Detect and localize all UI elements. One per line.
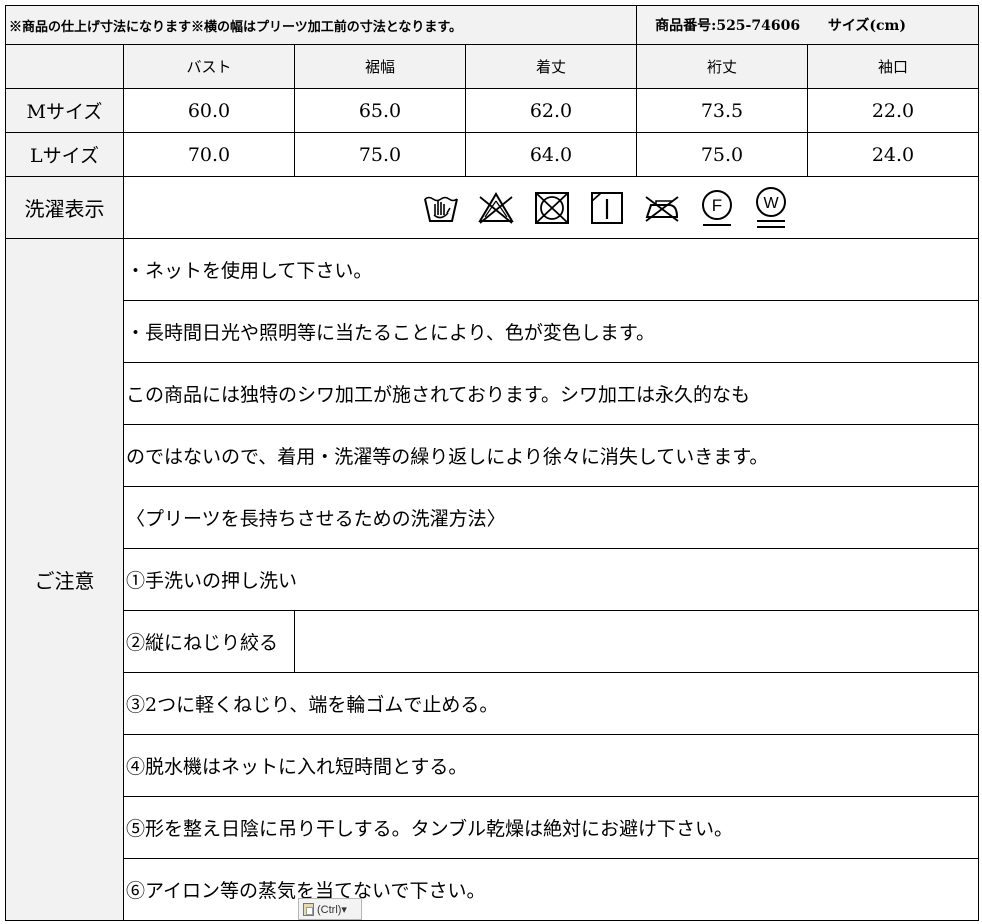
notes-label: ご注意 [5, 238, 124, 921]
note-line: ④脱水機はネットに入れ短時間とする。 [123, 734, 979, 797]
size-value: 65.0 [294, 88, 466, 133]
note-line: ⑤形を整え日陰に吊り干しする。タンブル乾燥は絶対にお避け下さい。 [123, 796, 979, 859]
size-label: Mサイズ [5, 88, 124, 133]
note-row: ・長時間日光や照明等に当たることにより、色が変色します。 [6, 300, 979, 363]
note-row: ご注意 ・ネットを使用して下さい。 [5, 238, 979, 921]
note-row: のではないので、着用・洗濯等の繰り返しにより徐々に消失していきます。 [6, 424, 979, 487]
size-table: ※商品の仕上げ寸法になります※横の幅はプリーツ加工前の寸法となります。 商品番号… [5, 5, 979, 921]
note-line: ・長時間日光や照明等に当たることにより、色が変色します。 [123, 300, 979, 363]
note-row: ①手洗いの押し洗い [6, 548, 979, 611]
column-header: 裾幅 [294, 44, 466, 89]
care-label: 洗濯表示 [5, 176, 124, 239]
dry-clean-f-icon: F [702, 189, 732, 226]
note-line: ①手洗いの押し洗い [123, 548, 979, 611]
no-iron-icon [645, 195, 679, 222]
size-value: 62.0 [465, 88, 637, 133]
wet-clean-w-icon: W [756, 186, 786, 228]
size-row-l: Lサイズ 70.0 75.0 64.0 75.0 24.0 [5, 132, 979, 177]
line-dry-shade-icon [591, 191, 623, 224]
care-icons: F W [125, 186, 978, 230]
clipboard-icon [303, 902, 314, 916]
column-header: 袖口 [807, 44, 979, 89]
note-row: 〈プリーツを長持ちさせるための洗濯方法〉 [6, 486, 979, 549]
size-row-m: Mサイズ 60.0 65.0 62.0 73.5 22.0 [5, 88, 979, 133]
paste-options-label: (Ctrl)▾ [317, 903, 347, 916]
no-tumble-dry-icon [535, 191, 569, 224]
size-value: 75.0 [636, 132, 808, 177]
note-line: ③2つに軽くねじり、端を輪ゴムで止める。 [123, 672, 979, 735]
column-header: 裄丈 [636, 44, 808, 89]
note-line: ⑥アイロン等の蒸気を当てないで下さい。 [123, 858, 979, 921]
size-chart-sheet: ※商品の仕上げ寸法になります※横の幅はプリーツ加工前の寸法となります。 商品番号… [5, 5, 979, 921]
hand-wash-icon [424, 196, 458, 222]
size-value: 64.0 [465, 132, 637, 177]
size-value: 75.0 [294, 132, 466, 177]
size-label: Lサイズ [5, 132, 124, 177]
size-value: 73.5 [636, 88, 808, 133]
note-row: ②縦にねじり絞る [6, 610, 979, 673]
note-line: この商品には独特のシワ加工が施されております。シワ加工は永久的なも [123, 362, 979, 425]
size-value: 22.0 [807, 88, 979, 133]
size-unit: サイズ(cm) [827, 18, 906, 34]
size-value: 60.0 [123, 88, 295, 133]
care-label-row: 洗濯表示 F W [5, 176, 979, 239]
note-row: ⑤形を整え日陰に吊り干しする。タンブル乾燥は絶対にお避け下さい。 [6, 796, 979, 859]
product-number: 商品番号:525-74606 [655, 18, 801, 34]
svg-text:F: F [712, 196, 722, 215]
paste-options-button[interactable]: (Ctrl)▾ [298, 898, 362, 920]
column-header-row: バスト 裾幅 着丈 裄丈 袖口 [5, 44, 979, 89]
column-header: バスト [123, 44, 295, 89]
header-row: ※商品の仕上げ寸法になります※横の幅はプリーツ加工前の寸法となります。 商品番号… [5, 5, 979, 45]
svg-text:W: W [763, 195, 779, 212]
header-note: ※商品の仕上げ寸法になります※横の幅はプリーツ加工前の寸法となります。 [5, 5, 637, 45]
note-row: ④脱水機はネットに入れ短時間とする。 [6, 734, 979, 797]
note-line: 〈プリーツを長持ちさせるための洗濯方法〉 [123, 486, 979, 549]
header-product-info: 商品番号:525-74606 サイズ(cm) [636, 5, 979, 45]
column-header: 着丈 [465, 44, 637, 89]
no-bleach-icon [478, 191, 514, 224]
care-icons-cell: F W [123, 176, 979, 239]
note-line: ②縦にねじり絞る [123, 610, 295, 673]
size-value: 24.0 [807, 132, 979, 177]
size-value: 70.0 [123, 132, 295, 177]
note-line: のではないので、着用・洗濯等の繰り返しにより徐々に消失していきます。 [123, 424, 979, 487]
note-row: ③2つに軽くねじり、端を輪ゴムで止める。 [6, 672, 979, 735]
note-line: ・ネットを使用して下さい。 [123, 238, 979, 301]
note-row: ⑥アイロン等の蒸気を当てないで下さい。 [6, 858, 979, 921]
note-row: この商品には独特のシワ加工が施されております。シワ加工は永久的なも [6, 362, 979, 425]
corner-cell [5, 44, 124, 89]
note-empty-cell [294, 610, 979, 673]
